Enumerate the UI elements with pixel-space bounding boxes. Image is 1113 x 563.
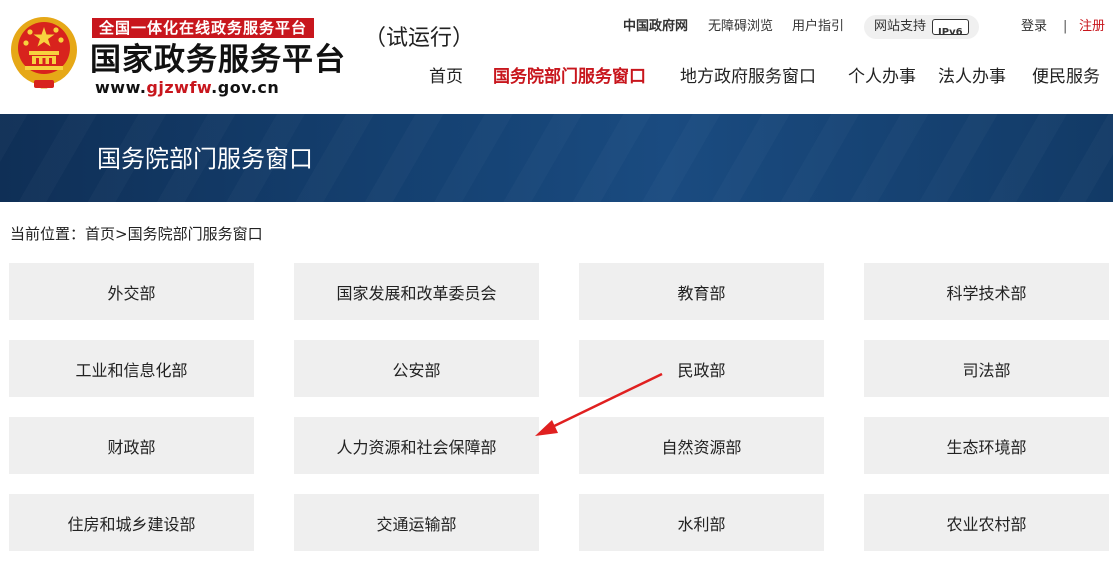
- breadcrumb-current: 国务院部门服务窗口: [127, 225, 263, 243]
- dept-label: 科学技术部: [946, 283, 1027, 303]
- dept-label: 外交部: [107, 283, 156, 303]
- dept-tile[interactable]: 交通运输部: [294, 494, 539, 551]
- nav-item-convenience[interactable]: 便民服务: [1032, 62, 1100, 92]
- accessible-browse-link[interactable]: 无障碍浏览: [708, 14, 773, 40]
- logo-title: 国家政务服务平台: [90, 42, 346, 78]
- breadcrumb-label: 当前位置：: [10, 225, 86, 243]
- breadcrumb-separator: >: [115, 225, 128, 243]
- dept-label: 民政部: [677, 360, 726, 380]
- ipv6-support-label: 网站支持: [874, 19, 927, 34]
- logo-url-suffix: .gov.cn: [211, 78, 280, 97]
- dept-label: 住房和城乡建设部: [67, 514, 196, 534]
- dept-tile[interactable]: 自然资源部: [579, 417, 824, 474]
- dept-tile[interactable]: 住房和城乡建设部: [9, 494, 254, 551]
- site-logo[interactable]: 全国一体化在线政务服务平台 国家政务服务平台 www.gjzwfw.gov.cn: [90, 18, 350, 98]
- department-grid: 外交部 国家发展和改革委员会 教育部 科学技术部 工业和信息化部 公安部 民政部…: [0, 263, 1113, 563]
- dept-label: 交通运输部: [376, 514, 457, 534]
- page-banner: 国务院部门服务窗口: [0, 114, 1113, 202]
- national-emblem-icon: [11, 17, 77, 89]
- dept-label: 水利部: [677, 514, 726, 534]
- logo-url: www.gjzwfw.gov.cn: [95, 78, 279, 98]
- dept-tile[interactable]: 外交部: [9, 263, 254, 320]
- logo-slogan: 全国一体化在线政务服务平台: [92, 18, 315, 38]
- logo-url-domain: gjzwfw: [146, 78, 212, 97]
- dept-label: 财政部: [107, 437, 156, 457]
- trial-label: （试运行）: [364, 26, 475, 51]
- user-guide-link[interactable]: 用户指引: [792, 14, 844, 40]
- dept-tile[interactable]: 水利部: [579, 494, 824, 551]
- dept-tile[interactable]: 教育部: [579, 263, 824, 320]
- dept-tile[interactable]: 农业农村部: [864, 494, 1109, 551]
- dept-tile[interactable]: 公安部: [294, 340, 539, 397]
- dept-label: 人力资源和社会保障部: [336, 437, 497, 457]
- dept-tile[interactable]: 科学技术部: [864, 263, 1109, 320]
- nav-item-corporate[interactable]: 法人办事: [938, 62, 1006, 92]
- dept-tile[interactable]: 生态环境部: [864, 417, 1109, 474]
- breadcrumb-home-link[interactable]: 首页: [85, 225, 115, 243]
- dept-tile[interactable]: 国家发展和改革委员会: [294, 263, 539, 320]
- nav-item-personal[interactable]: 个人办事: [848, 62, 916, 92]
- dept-label: 工业和信息化部: [75, 360, 188, 380]
- nav-item-state-council-depts[interactable]: 国务院部门服务窗口: [493, 62, 646, 92]
- dept-tile[interactable]: 人力资源和社会保障部: [294, 417, 539, 474]
- dept-tile[interactable]: 财政部: [9, 417, 254, 474]
- register-link[interactable]: 注册: [1079, 14, 1105, 40]
- dept-label: 国家发展和改革委员会: [336, 283, 497, 303]
- page-title: 国务院部门服务窗口: [97, 145, 313, 173]
- site-header: 全国一体化在线政务服务平台 国家政务服务平台 www.gjzwfw.gov.cn…: [0, 0, 1113, 114]
- login-register-separator: |: [1063, 19, 1068, 34]
- dept-label: 教育部: [677, 283, 726, 303]
- nav-item-home[interactable]: 首页: [429, 62, 463, 92]
- dept-label: 生态环境部: [946, 437, 1027, 457]
- dept-label: 司法部: [962, 360, 1011, 380]
- dept-label: 自然资源部: [661, 437, 742, 457]
- main-nav: 首页 国务院部门服务窗口 地方政府服务窗口 个人办事 法人办事 便民服务: [410, 62, 1110, 92]
- dept-tile[interactable]: 工业和信息化部: [9, 340, 254, 397]
- top-links: 中国政府网 无障碍浏览 用户指引 网站支持 IPv6 登录 | 注册: [620, 14, 1110, 40]
- ipv6-support-pill: 网站支持 IPv6: [864, 15, 979, 39]
- dept-tile[interactable]: 司法部: [864, 340, 1109, 397]
- dept-label: 公安部: [392, 360, 441, 380]
- dept-label: 农业农村部: [946, 514, 1027, 534]
- nav-item-local-gov[interactable]: 地方政府服务窗口: [680, 62, 816, 92]
- ipv6-badge: IPv6: [932, 19, 969, 38]
- gov-portal-link[interactable]: 中国政府网: [623, 14, 688, 40]
- login-link[interactable]: 登录: [1021, 14, 1047, 40]
- dept-tile[interactable]: 民政部: [579, 340, 824, 397]
- breadcrumb: 当前位置：首页>国务院部门服务窗口: [10, 222, 263, 246]
- logo-url-prefix: www.: [95, 78, 147, 97]
